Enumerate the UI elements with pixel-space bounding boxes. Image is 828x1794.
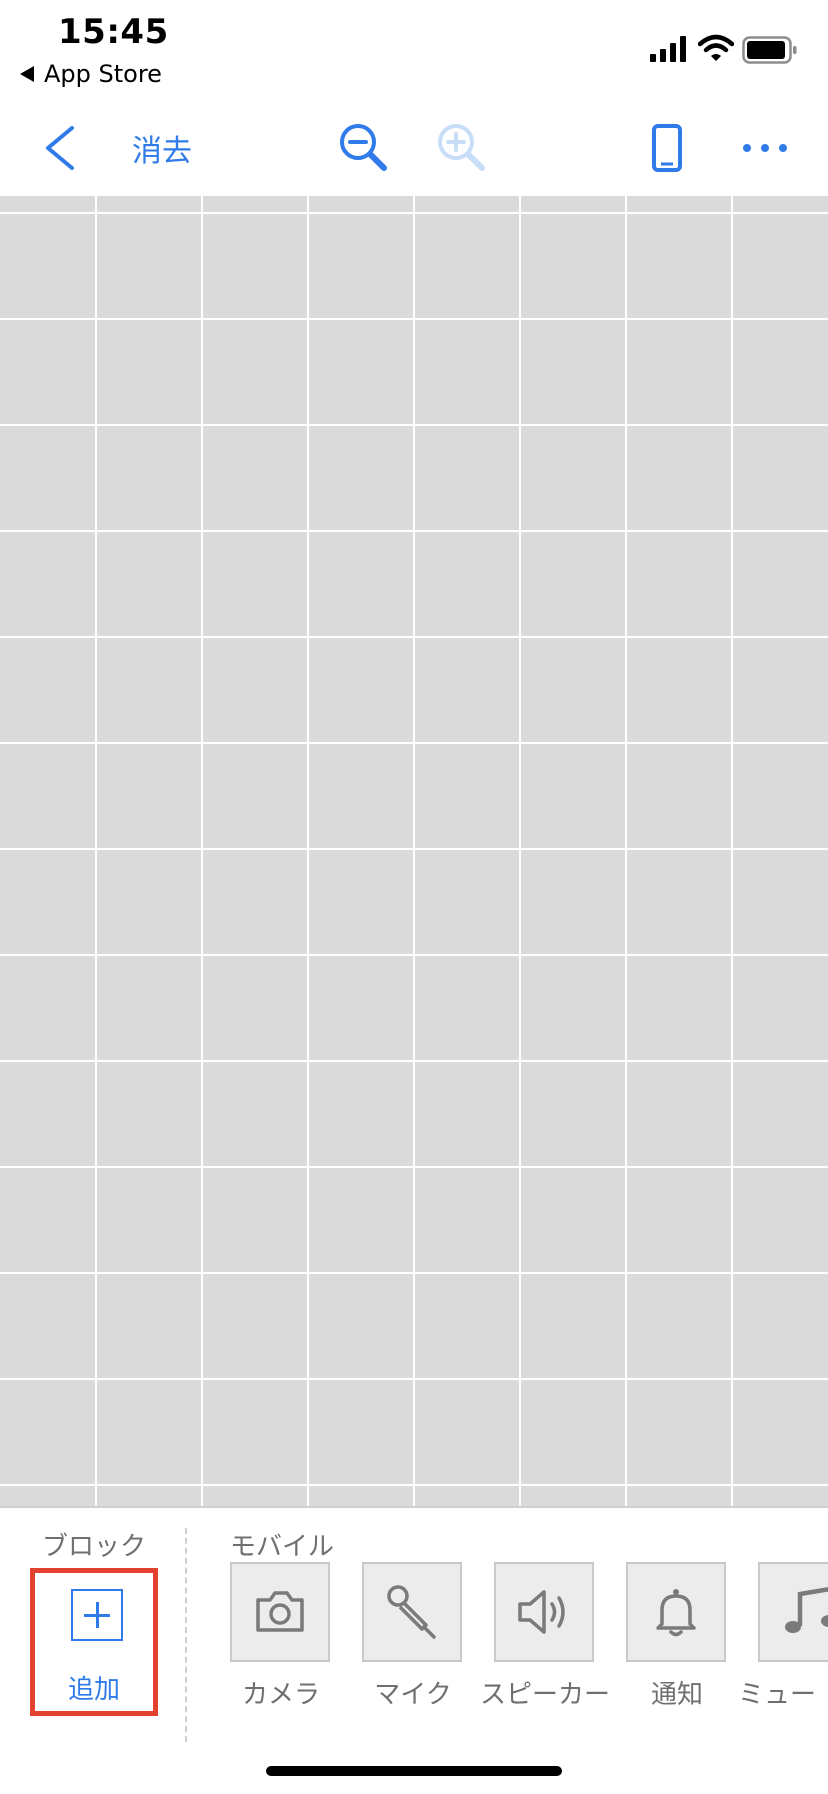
block-palette: ブロック 追加 モバイル カメラ マイク スピーカー 通知 ミュー (0, 1506, 828, 1794)
block-section-label: ブロック (42, 1532, 147, 1562)
palette-item-label: 通知 (650, 1680, 703, 1710)
back-to-app-link[interactable]: App Store (20, 60, 162, 88)
palette-item-camera[interactable]: カメラ (216, 1562, 348, 1710)
section-divider (185, 1528, 187, 1742)
music-tile (758, 1562, 828, 1662)
palette-item-notification[interactable]: 通知 (612, 1562, 744, 1710)
palette-item-label: マイク (374, 1680, 452, 1710)
home-indicator[interactable] (266, 1766, 562, 1776)
wifi-icon (698, 34, 734, 61)
status-bar: 15:45 App Store (0, 0, 828, 100)
more-icon[interactable] (740, 136, 790, 160)
plus-icon (71, 1589, 123, 1641)
bell-icon (656, 1589, 696, 1637)
microphone-icon (387, 1585, 436, 1639)
back-app-label: App Store (44, 60, 162, 88)
add-label: 追加 (67, 1675, 120, 1705)
palette-item-microphone[interactable]: マイク (348, 1562, 480, 1710)
back-triangle-icon (20, 66, 34, 82)
clear-button[interactable]: 消去 (132, 126, 192, 170)
speaker-tile (494, 1562, 594, 1662)
toolbar: 消去 (0, 100, 828, 196)
battery-icon (742, 36, 797, 64)
palette-item-speaker[interactable]: スピーカー (480, 1562, 612, 1710)
microphone-tile (362, 1562, 462, 1662)
mobile-section-label: モバイル (230, 1532, 335, 1562)
palette-item-music[interactable]: ミュー (738, 1562, 828, 1710)
status-time: 15:45 (58, 12, 169, 52)
back-chevron-icon[interactable] (38, 122, 82, 174)
grid-canvas[interactable] (0, 196, 828, 1506)
music-note-icon (785, 1587, 828, 1633)
camera-tile (230, 1562, 330, 1662)
zoom-in-icon[interactable] (434, 120, 490, 176)
camera-icon (256, 1591, 304, 1632)
add-block-button[interactable]: 追加 (30, 1568, 158, 1716)
palette-item-label: スピーカー (479, 1680, 610, 1710)
speaker-icon (518, 1590, 565, 1634)
zoom-out-icon[interactable] (336, 120, 392, 176)
phone-device-icon[interactable] (650, 122, 688, 174)
palette-item-label: カメラ (241, 1680, 320, 1710)
cellular-signal-icon (650, 36, 686, 62)
notification-tile (626, 1562, 726, 1662)
palette-item-label: ミュー (738, 1680, 817, 1710)
